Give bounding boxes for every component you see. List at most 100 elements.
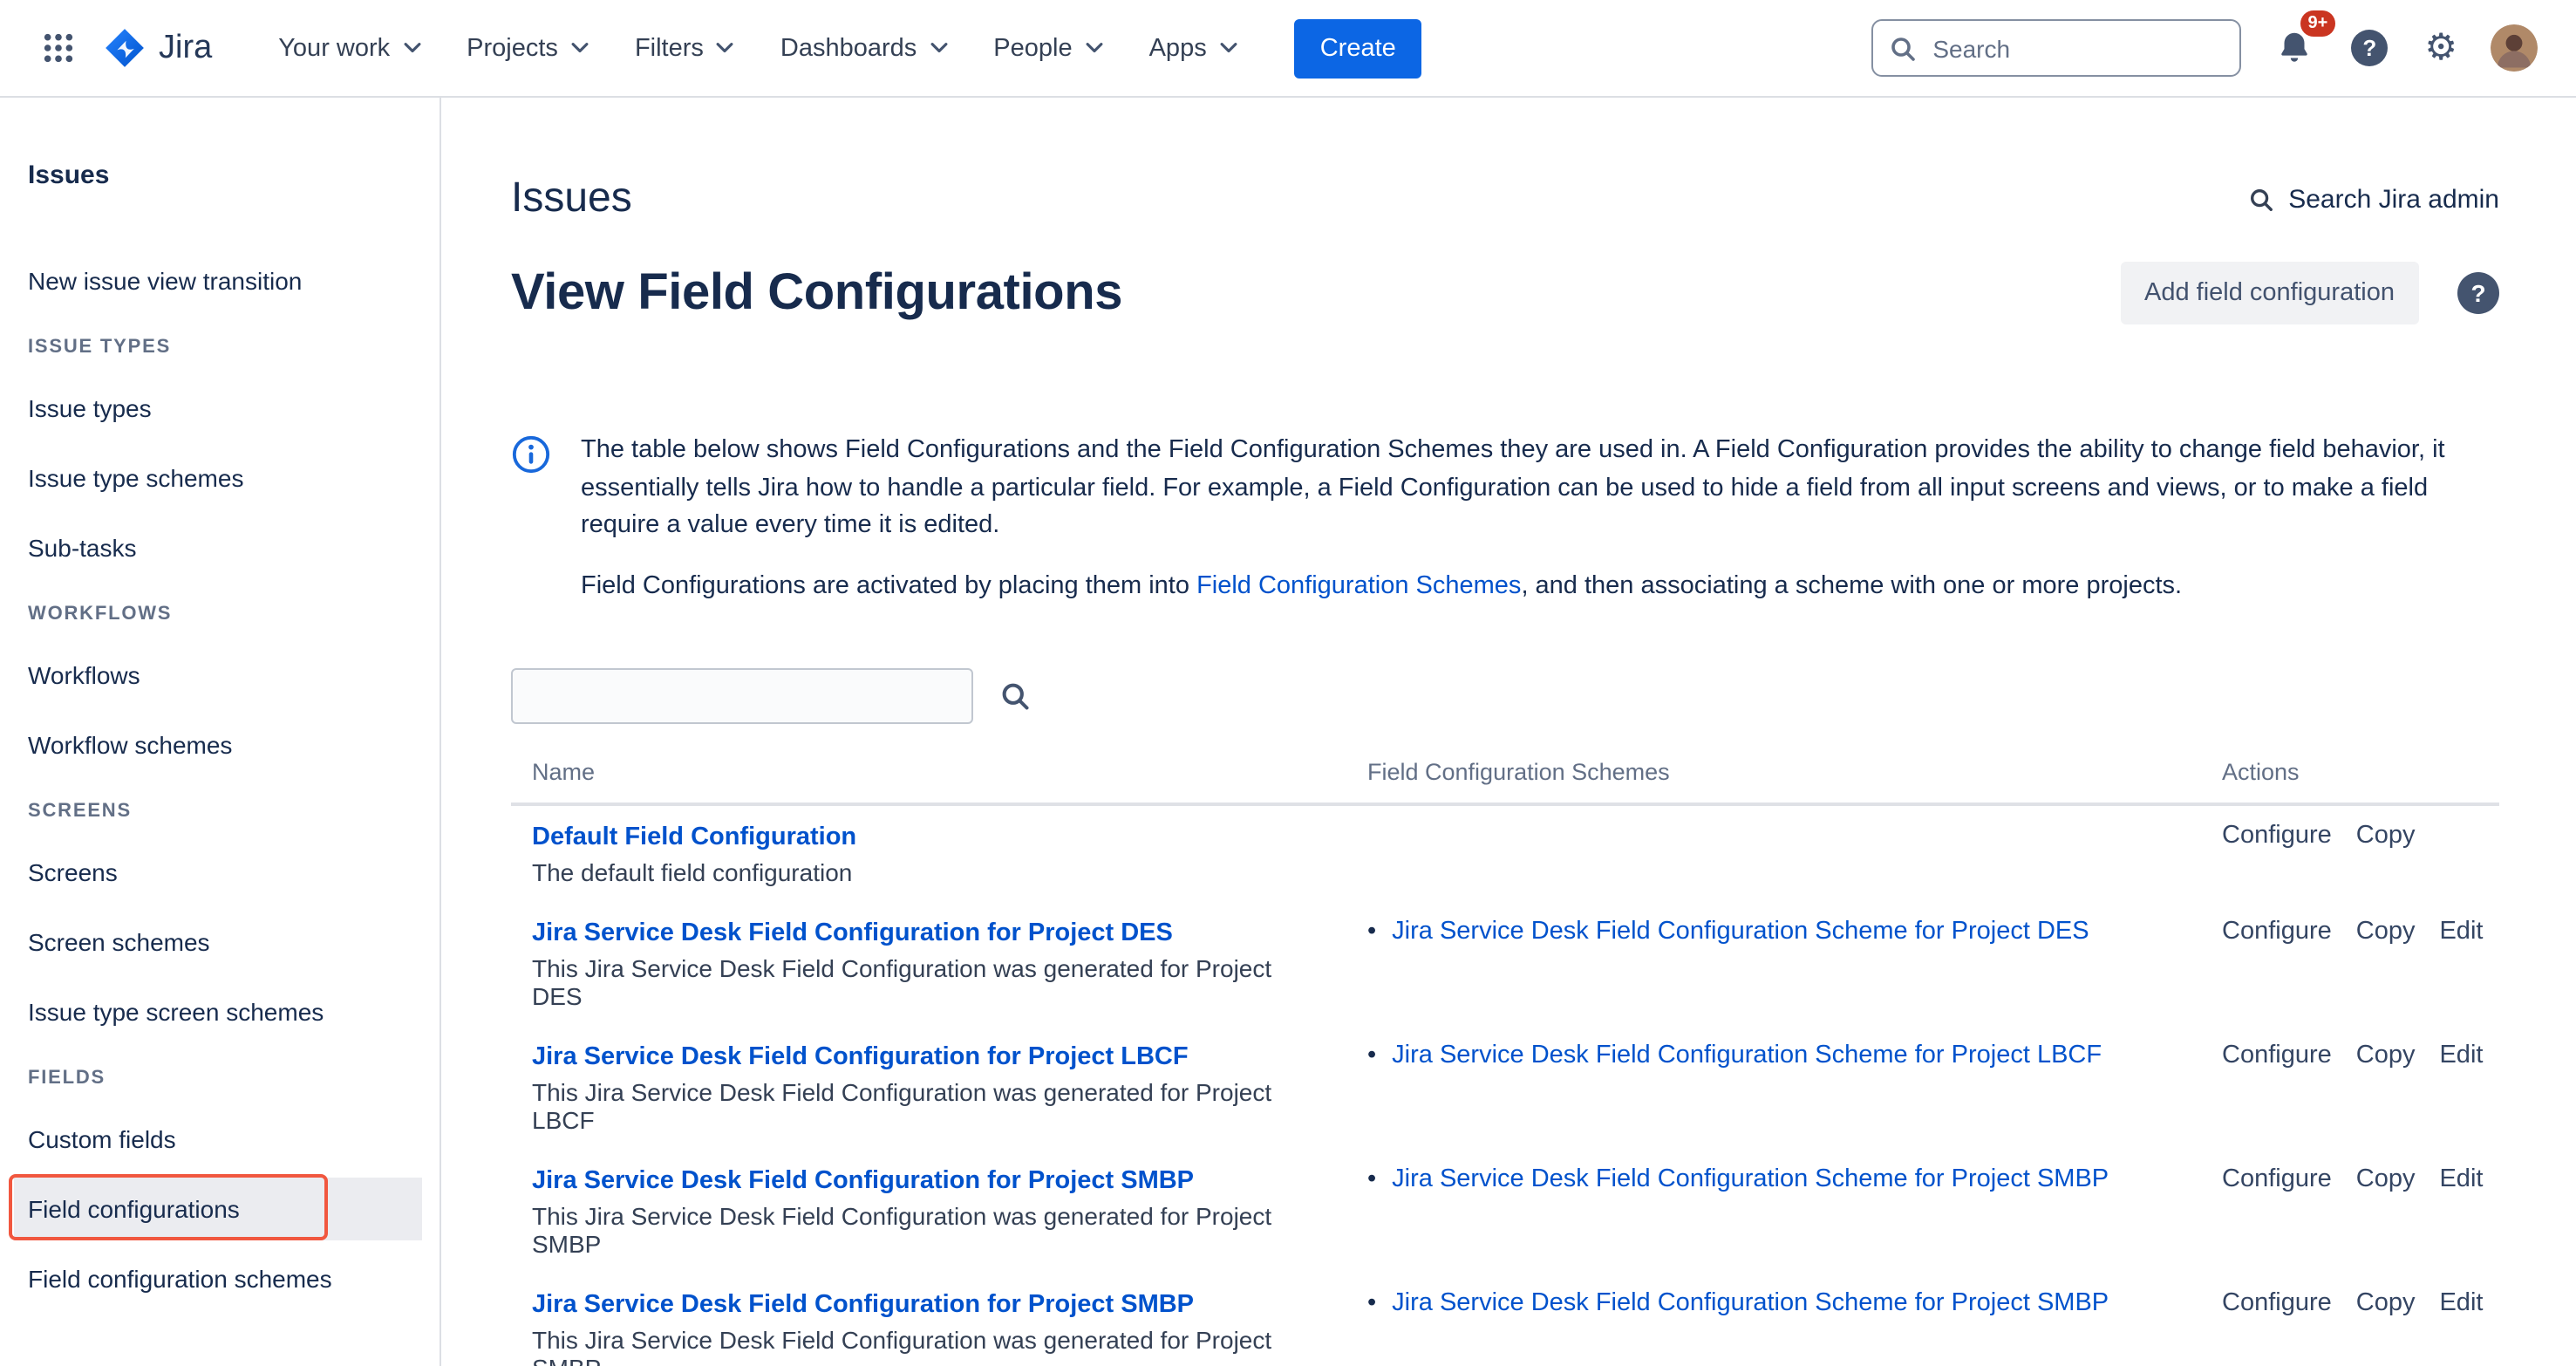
sidebar-title: Issues bbox=[28, 161, 440, 190]
scheme-link[interactable]: Jira Service Desk Field Configuration Sc… bbox=[1392, 1042, 2102, 1069]
configure-link[interactable]: Configure bbox=[2222, 1042, 2332, 1071]
column-header-actions: Actions bbox=[2201, 759, 2499, 785]
sidebar-item-new-issue-view-transition[interactable]: New issue view transition bbox=[28, 267, 440, 295]
configure-link[interactable]: Configure bbox=[2222, 1289, 2332, 1319]
global-search bbox=[1871, 19, 2241, 77]
schemes-cell: •Jira Service Desk Field Configuration S… bbox=[1346, 1042, 2201, 1134]
schemes-cell: •Jira Service Desk Field Configuration S… bbox=[1346, 1165, 2201, 1258]
bullet-icon: • bbox=[1367, 918, 1376, 946]
nav-item-filters[interactable]: Filters bbox=[617, 20, 753, 76]
sidebar-item-label: Field configurations bbox=[28, 1195, 240, 1223]
notifications-badge: 9+ bbox=[2300, 10, 2336, 37]
name-cell: Jira Service Desk Field Configuration fo… bbox=[511, 918, 1346, 1010]
jira-logo[interactable]: Jira bbox=[103, 26, 212, 70]
sidebar-item-sub-tasks[interactable]: Sub-tasks bbox=[28, 534, 440, 562]
copy-link[interactable]: Copy bbox=[2356, 918, 2416, 947]
bullet-icon: • bbox=[1367, 1289, 1376, 1317]
field-configuration-link[interactable]: Jira Service Desk Field Configuration fo… bbox=[532, 1043, 1189, 1073]
search-icon[interactable] bbox=[999, 680, 1031, 712]
edit-link[interactable]: Edit bbox=[2439, 1289, 2483, 1319]
nav-item-people[interactable]: People bbox=[976, 20, 1121, 76]
page-title-row: View Field Configurations Add field conf… bbox=[511, 262, 2499, 324]
field-configurations-table: Name Field Configuration Schemes Actions… bbox=[511, 748, 2499, 1366]
configure-link[interactable]: Configure bbox=[2222, 918, 2332, 947]
sidebar-item-screens[interactable]: Screens bbox=[28, 858, 440, 886]
sidebar-item-custom-fields[interactable]: Custom fields bbox=[28, 1125, 440, 1153]
jira-logo-icon bbox=[103, 26, 147, 70]
help-button[interactable]: ? bbox=[2348, 26, 2391, 70]
scheme-link[interactable]: Jira Service Desk Field Configuration Sc… bbox=[1392, 918, 2089, 946]
copy-link[interactable]: Copy bbox=[2356, 822, 2416, 851]
settings-button[interactable]: ⚙ bbox=[2421, 26, 2461, 70]
table-row: Jira Service Desk Field Configuration fo… bbox=[511, 1274, 2499, 1366]
copy-link[interactable]: Copy bbox=[2356, 1042, 2416, 1071]
sidebar-item-field-configurations[interactable]: Field configurations bbox=[14, 1178, 422, 1240]
actions-cell: Configure Copy Edit bbox=[2201, 1289, 2499, 1366]
nav-item-label: Apps bbox=[1149, 34, 1207, 62]
edit-link[interactable]: Edit bbox=[2439, 1042, 2483, 1071]
search-jira-admin-link[interactable]: Search Jira admin bbox=[2248, 184, 2499, 214]
field-configuration-link[interactable]: Default Field Configuration bbox=[532, 823, 856, 853]
field-configuration-link[interactable]: Jira Service Desk Field Configuration fo… bbox=[532, 1291, 1194, 1321]
jira-admin-page: Jira Your work Projects Filters Dashboar… bbox=[0, 0, 2576, 1366]
name-cell: Jira Service Desk Field Configuration fo… bbox=[511, 1165, 1346, 1258]
create-button[interactable]: Create bbox=[1294, 18, 1422, 78]
nav-item-projects[interactable]: Projects bbox=[449, 20, 607, 76]
filter-input[interactable] bbox=[511, 668, 973, 724]
sidebar-item-issue-type-schemes[interactable]: Issue type schemes bbox=[28, 464, 440, 492]
table-row: Default Field Configuration The default … bbox=[511, 806, 2499, 902]
grid-dots-icon bbox=[42, 31, 75, 65]
column-header-schemes: Field Configuration Schemes bbox=[1346, 759, 2201, 785]
sidebar-heading-workflows: WORKFLOWS bbox=[28, 604, 440, 625]
configure-link[interactable]: Configure bbox=[2222, 1165, 2332, 1195]
app-switcher-icon[interactable] bbox=[31, 24, 85, 72]
chevron-down-icon bbox=[716, 42, 735, 54]
notifications-button[interactable]: 9+ bbox=[2271, 24, 2318, 72]
info-icon bbox=[511, 434, 551, 475]
scheme-link[interactable]: Jira Service Desk Field Configuration Sc… bbox=[1392, 1165, 2109, 1193]
field-configuration-link[interactable]: Jira Service Desk Field Configuration fo… bbox=[532, 1167, 1194, 1197]
navbar-left: Jira Your work Projects Filters Dashboar… bbox=[31, 18, 1422, 78]
scheme-link[interactable]: Jira Service Desk Field Configuration Sc… bbox=[1392, 1289, 2109, 1317]
jira-wordmark: Jira bbox=[159, 29, 212, 67]
field-configuration-description: The default field configuration bbox=[532, 858, 1325, 886]
avatar[interactable] bbox=[2491, 24, 2538, 72]
chevron-down-icon bbox=[402, 42, 421, 54]
field-configuration-description: This Jira Service Desk Field Configurati… bbox=[532, 954, 1325, 1010]
sidebar-item-screen-schemes[interactable]: Screen schemes bbox=[28, 928, 440, 956]
edit-link[interactable]: Edit bbox=[2439, 1165, 2483, 1195]
copy-link[interactable]: Copy bbox=[2356, 1289, 2416, 1319]
sidebar-item-field-configuration-schemes[interactable]: Field configuration schemes bbox=[28, 1265, 440, 1293]
configure-link[interactable]: Configure bbox=[2222, 822, 2332, 851]
sidebar-item-workflow-schemes[interactable]: Workflow schemes bbox=[28, 731, 440, 759]
field-configuration-description: This Jira Service Desk Field Configurati… bbox=[532, 1078, 1325, 1134]
add-field-configuration-button[interactable]: Add field configuration bbox=[2120, 262, 2419, 324]
nav-item-dashboards[interactable]: Dashboards bbox=[763, 20, 965, 76]
actions-cell: Configure Copy Edit bbox=[2201, 1042, 2499, 1134]
gear-icon: ⚙ bbox=[2424, 30, 2457, 66]
edit-link[interactable]: Edit bbox=[2439, 918, 2483, 947]
info-text: The table below shows Field Configuratio… bbox=[581, 433, 2499, 605]
info-panel: The table below shows Field Configuratio… bbox=[511, 433, 2499, 605]
schemes-cell: • Jira Service Desk Field Configuration S… bbox=[1346, 918, 2201, 1010]
chevron-down-icon bbox=[1219, 42, 1238, 54]
sidebar-heading-issue-types: ISSUE TYPES bbox=[28, 337, 440, 358]
chevron-down-icon bbox=[929, 42, 948, 54]
field-configuration-description: This Jira Service Desk Field Configurati… bbox=[532, 1326, 1325, 1366]
nav-item-apps[interactable]: Apps bbox=[1132, 20, 1256, 76]
main-content: Issues Search Jira admin View Field Conf… bbox=[441, 98, 2576, 1366]
field-configuration-schemes-link[interactable]: Field Configuration Schemes bbox=[1196, 571, 1521, 599]
copy-link[interactable]: Copy bbox=[2356, 1165, 2416, 1195]
sidebar-item-issue-type-screen-schemes[interactable]: Issue type screen schemes bbox=[28, 998, 440, 1026]
sidebar-item-workflows[interactable]: Workflows bbox=[28, 661, 440, 689]
search-icon bbox=[2248, 186, 2274, 212]
field-configuration-link[interactable]: Jira Service Desk Field Configuration fo… bbox=[532, 919, 1173, 949]
user-avatar-icon bbox=[2491, 24, 2538, 72]
top-navbar: Jira Your work Projects Filters Dashboar… bbox=[0, 0, 2576, 98]
global-search-input[interactable] bbox=[1871, 19, 2241, 77]
page-help-icon[interactable]: ? bbox=[2457, 272, 2499, 314]
page-header-row: Issues Search Jira admin bbox=[511, 174, 2499, 223]
sidebar-item-issue-types[interactable]: Issue types bbox=[28, 394, 440, 422]
nav-item-your-work[interactable]: Your work bbox=[261, 20, 439, 76]
table-row: Jira Service Desk Field Configuration fo… bbox=[511, 1026, 2499, 1150]
